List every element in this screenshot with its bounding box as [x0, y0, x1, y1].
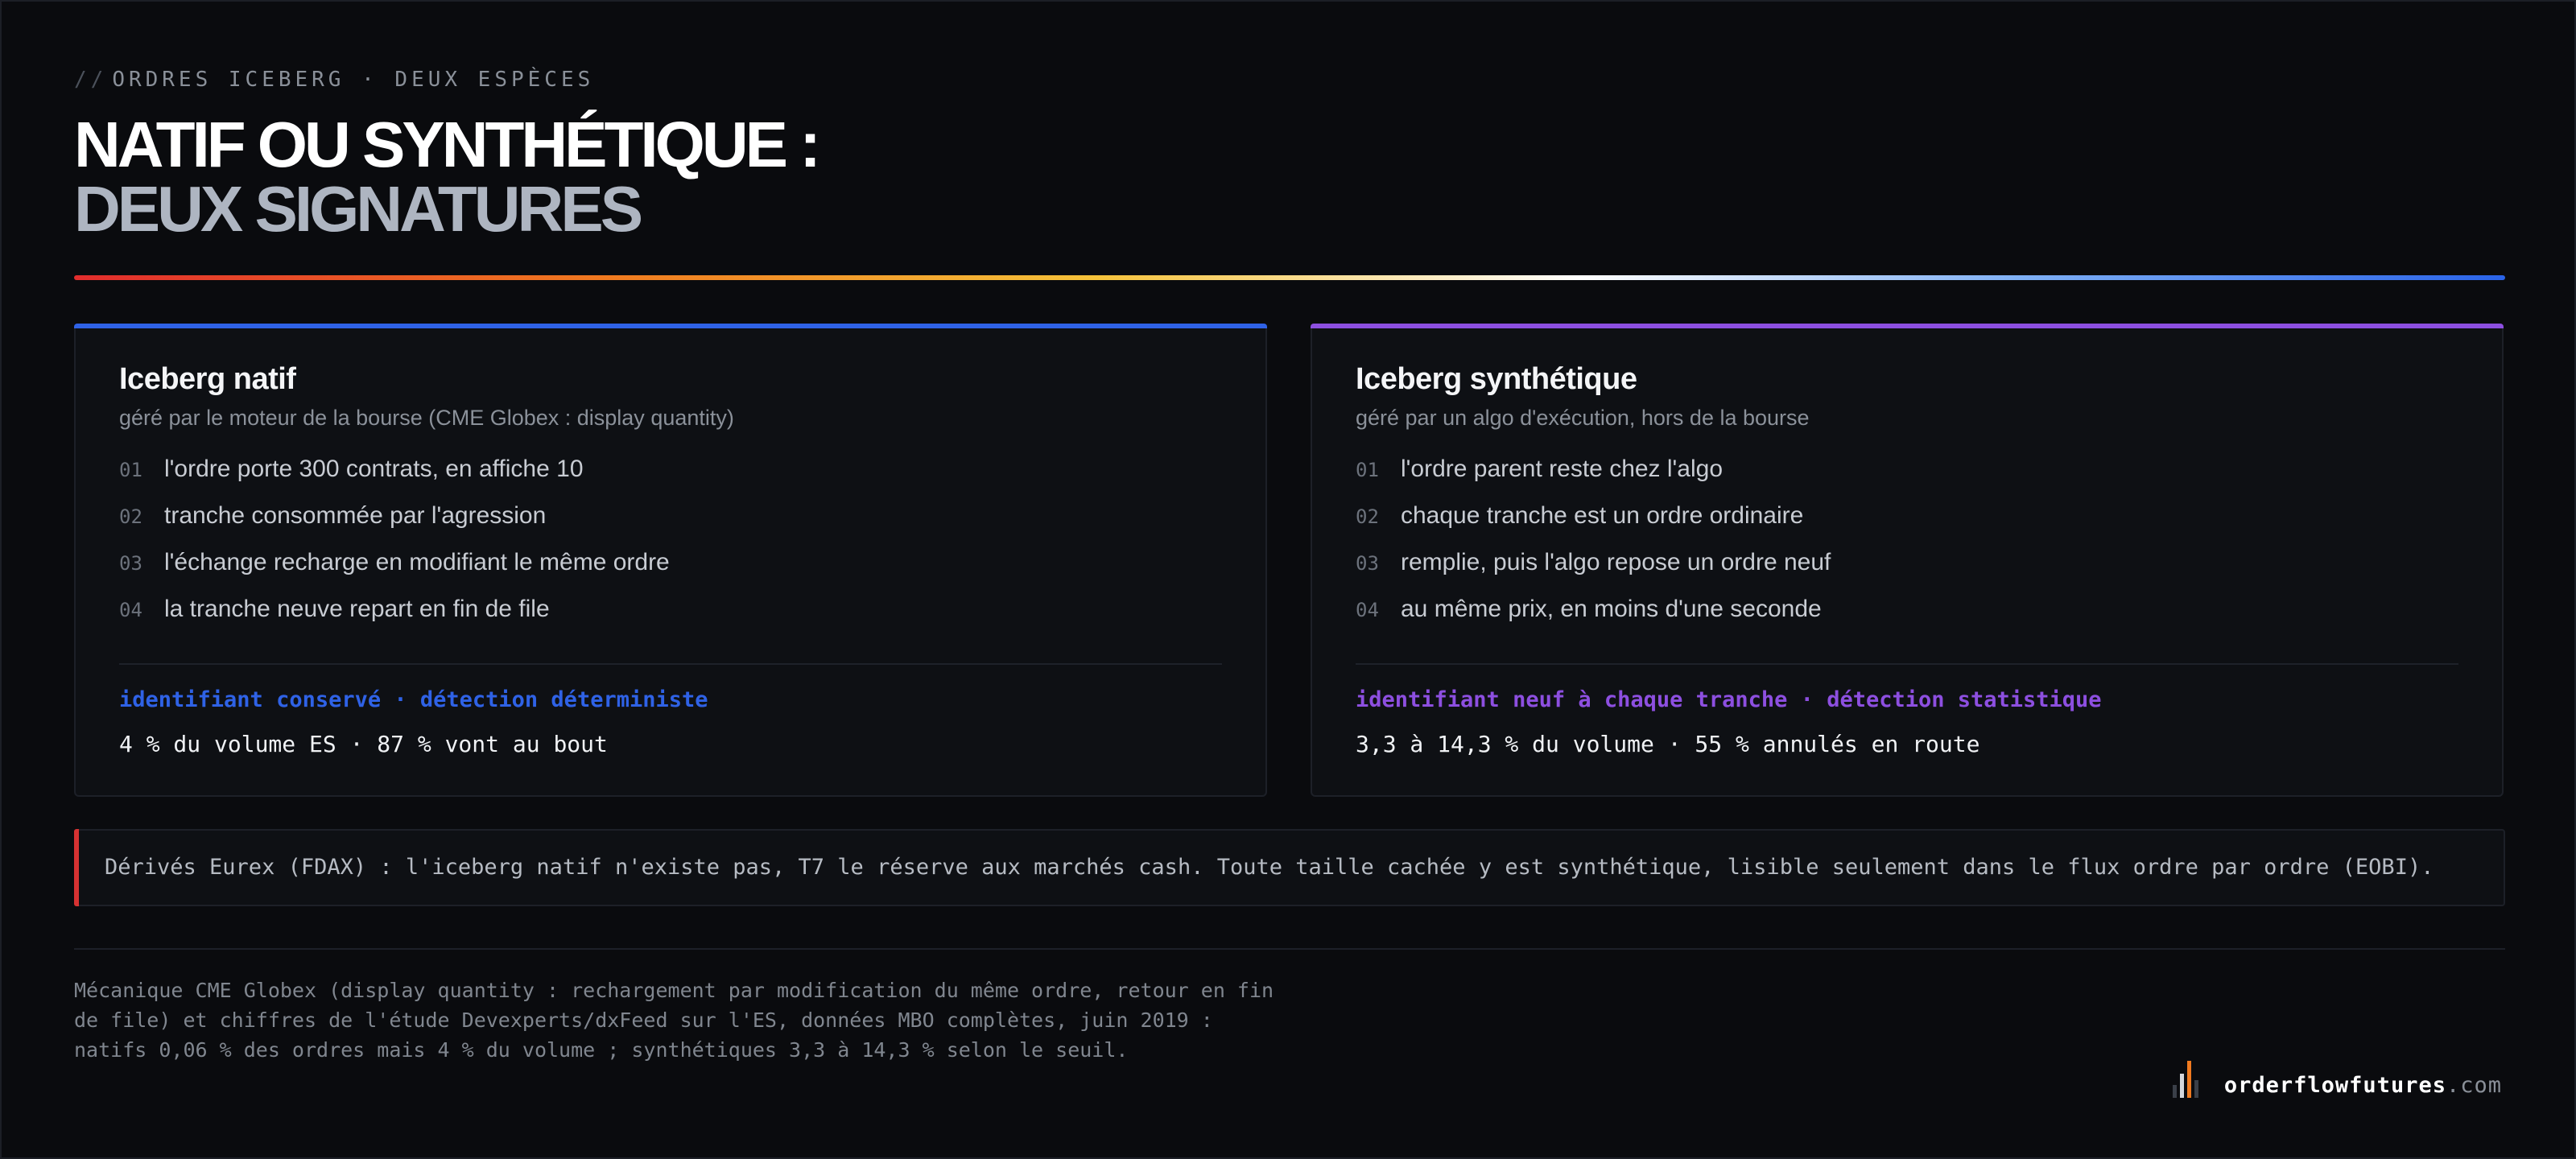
brand: orderflowfutures.com: [2172, 1061, 2502, 1098]
bar-chart-logo-icon: [2172, 1061, 2205, 1098]
page-title: NATIF OU SYNTHÉTIQUE : DEUX SIGNATURES: [74, 109, 821, 245]
step-number: 01: [1356, 459, 1379, 481]
card-divider: [1356, 663, 2458, 665]
step-text: chaque tranche est un ordre ordinaire: [1401, 502, 1804, 529]
card-synthetic-iceberg: Iceberg synthétique géré par un algo d'e…: [1311, 324, 2504, 797]
title-line-2: DEUX SIGNATURES: [74, 173, 643, 245]
step-list: 01 l'ordre porte 300 contrats, en affiche…: [119, 456, 1222, 642]
title-line-1: NATIF OU SYNTHÉTIQUE :: [74, 109, 821, 180]
step-number: 01: [119, 459, 142, 481]
card-divider: [119, 663, 1222, 665]
spectrum-divider: [74, 275, 2505, 280]
step-text: tranche consommée par l'agression: [164, 502, 547, 529]
card-stat: 4 % du volume ES · 87 % vont au bout: [119, 731, 608, 757]
eyebrow-text: ORDRES ICEBERG · DEUX ESPÈCES: [112, 68, 595, 92]
list-item: 04 la tranche neuve repart en fin de file: [119, 596, 1222, 642]
card-stat: 3,3 à 14,3 % du volume · 55 % annulés en…: [1356, 731, 1980, 757]
eyebrow-slashes: //: [74, 68, 108, 92]
step-list: 01 l'ordre parent reste chez l'algo 02 cha…: [1356, 456, 2458, 642]
card-subtitle: géré par un algo d'exécution, hors de la…: [1356, 406, 1810, 430]
card-subtitle: géré par le moteur de la bourse (CME Glo…: [119, 406, 734, 430]
card-accent-bar: [1311, 324, 2504, 328]
footnote: Mécanique CME Globex (display quantity :…: [74, 979, 1274, 1062]
card-tag: identifiant neuf à chaque tranche · déte…: [1356, 687, 2102, 712]
list-item: 03 l'échange recharge en modifiant le mêm…: [119, 549, 1222, 596]
step-text: la tranche neuve repart en fin de file: [164, 596, 550, 622]
footer-divider: [74, 948, 2505, 950]
card-accent-bar: [74, 324, 1267, 328]
slide: //ORDRES ICEBERG · DEUX ESPÈCES NATIF OU…: [0, 0, 2576, 1159]
callout-text: Dérivés Eurex (FDAX) : l'iceberg natif n…: [105, 855, 2434, 880]
callout-accent-bar: [74, 829, 79, 906]
list-item: 02 tranche consommée par l'agression: [119, 502, 1222, 549]
step-text: l'échange recharge en modifiant le même …: [164, 549, 670, 575]
callout-note: Dérivés Eurex (FDAX) : l'iceberg natif n…: [74, 829, 2505, 906]
card-tag: identifiant conservé · détection détermi…: [119, 687, 708, 712]
list-item: 01 l'ordre porte 300 contrats, en affiche…: [119, 456, 1222, 502]
brand-name-text: orderflowfutures: [2223, 1073, 2446, 1098]
card-native-iceberg: Iceberg natif géré par le moteur de la b…: [74, 324, 1267, 797]
step-number: 04: [1356, 599, 1379, 621]
step-text: au même prix, en moins d'une seconde: [1401, 596, 1822, 622]
step-number: 02: [1356, 505, 1379, 528]
step-text: remplie, puis l'algo repose un ordre neu…: [1401, 549, 1831, 575]
list-item: 02 chaque tranche est un ordre ordinaire: [1356, 502, 2458, 549]
eyebrow: //ORDRES ICEBERG · DEUX ESPÈCES: [74, 68, 594, 92]
step-number: 03: [1356, 552, 1379, 575]
list-item: 04 au même prix, en moins d'une seconde: [1356, 596, 2458, 642]
step-number: 02: [119, 505, 142, 528]
brand-tld: .com: [2446, 1073, 2502, 1098]
list-item: 03 remplie, puis l'algo repose un ordre n…: [1356, 549, 2458, 596]
card-title: Iceberg natif: [119, 362, 296, 396]
list-item: 01 l'ordre parent reste chez l'algo: [1356, 456, 2458, 502]
card-title: Iceberg synthétique: [1356, 362, 1637, 396]
step-number: 03: [119, 552, 142, 575]
step-number: 04: [119, 599, 142, 621]
brand-name: orderflowfutures.com: [2224, 1073, 2502, 1098]
step-text: l'ordre parent reste chez l'algo: [1401, 456, 1724, 482]
step-text: l'ordre porte 300 contrats, en affiche 1…: [164, 456, 584, 482]
